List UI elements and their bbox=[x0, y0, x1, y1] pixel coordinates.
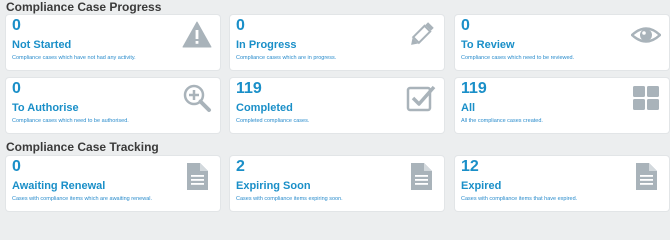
card-description: Compliance cases which need to be author… bbox=[12, 118, 129, 124]
card-description: Compliance cases which have not had any … bbox=[12, 55, 136, 61]
card-description: Cases with compliance items expiring soo… bbox=[236, 196, 343, 202]
card-description: Compliance cases which are in progress. bbox=[236, 55, 337, 61]
card-to-review[interactable]: 0 To Review Compliance cases which need … bbox=[455, 15, 669, 70]
card-label: In Progress bbox=[236, 39, 297, 51]
checkbox-icon bbox=[406, 83, 436, 113]
card-description: Completed compliance cases. bbox=[236, 118, 310, 124]
section-title-tracking: Compliance Case Tracking bbox=[6, 140, 159, 154]
card-not-started[interactable]: 0 Not Started Compliance cases which hav… bbox=[6, 15, 220, 70]
card-count: 0 bbox=[236, 17, 245, 34]
card-label: Not Started bbox=[12, 39, 72, 51]
card-label: To Authorise bbox=[12, 102, 79, 114]
card-count: 12 bbox=[461, 158, 479, 175]
card-count: 119 bbox=[461, 80, 487, 97]
card-count: 0 bbox=[12, 158, 21, 175]
card-in-progress[interactable]: 0 In Progress Compliance cases which are… bbox=[230, 15, 444, 70]
card-label: All bbox=[461, 102, 476, 114]
card-count: 119 bbox=[236, 80, 262, 97]
card-awaiting-renewal[interactable]: 0 Awaiting Renewal Cases with compliance… bbox=[6, 156, 220, 211]
eye-icon bbox=[631, 20, 661, 50]
zoom-in-icon bbox=[182, 83, 212, 113]
card-description: All the compliance cases created. bbox=[461, 118, 543, 124]
card-count: 2 bbox=[236, 158, 245, 175]
card-all[interactable]: 119 All All the compliance cases created… bbox=[455, 78, 669, 133]
document-icon bbox=[406, 161, 436, 191]
card-completed[interactable]: 119 Completed Completed compliance cases… bbox=[230, 78, 444, 133]
card-count: 0 bbox=[12, 80, 21, 97]
grid-icon bbox=[631, 83, 661, 113]
card-label: Expired bbox=[461, 180, 502, 192]
card-description: Compliance cases which need to be review… bbox=[461, 55, 575, 61]
card-description: Cases with compliance items which are aw… bbox=[12, 196, 153, 202]
card-expiring-soon[interactable]: 2 Expiring Soon Cases with compliance it… bbox=[230, 156, 444, 211]
pencil-icon bbox=[406, 20, 436, 50]
section-title-progress: Compliance Case Progress bbox=[6, 0, 162, 14]
card-expired[interactable]: 12 Expired Cases with compliance items t… bbox=[455, 156, 669, 211]
card-count: 0 bbox=[461, 17, 470, 34]
document-icon bbox=[631, 161, 661, 191]
document-icon bbox=[182, 161, 212, 191]
warning-icon bbox=[182, 20, 212, 50]
card-label: Expiring Soon bbox=[236, 180, 311, 192]
card-to-authorise[interactable]: 0 To Authorise Compliance cases which ne… bbox=[6, 78, 220, 133]
card-label: Awaiting Renewal bbox=[12, 180, 106, 192]
card-label: Completed bbox=[236, 102, 293, 114]
card-label: To Review bbox=[461, 39, 515, 51]
card-count: 0 bbox=[12, 17, 21, 34]
card-description: Cases with compliance items that have ex… bbox=[461, 196, 578, 202]
